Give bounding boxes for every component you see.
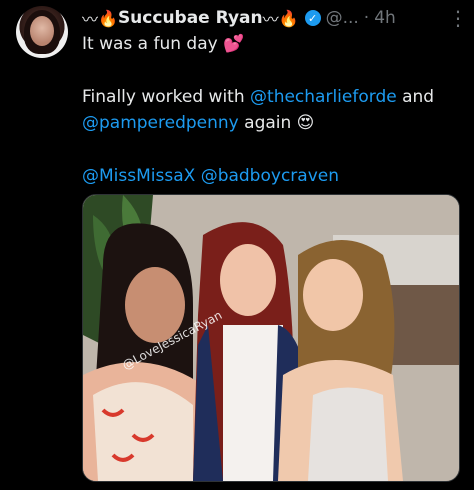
photo-illustration xyxy=(83,195,459,481)
mention-link[interactable]: @thecharlieforde xyxy=(250,87,397,107)
tweet-header: 〰 🔥 Succubae Ryan 〰 🔥 ✓ @... · 4h xyxy=(82,6,396,30)
mention-link[interactable]: @MissMissaX xyxy=(82,166,195,186)
tweet-line-4: @MissMissaX @badboycraven xyxy=(82,163,464,189)
fire-emoji: 🔥 xyxy=(278,8,299,28)
tweet-line-2: Finally worked with @thecharlieforde and xyxy=(82,84,464,110)
tweet-text-segment: and xyxy=(396,87,435,107)
more-options-icon[interactable]: ⋮ xyxy=(448,6,469,30)
user-handle[interactable]: @... xyxy=(326,8,359,28)
avatar-face xyxy=(30,16,54,46)
fire-emoji: 🔥 xyxy=(98,8,118,28)
avatar[interactable] xyxy=(16,6,68,58)
tweet-line-1: It was a fun day 💕 xyxy=(82,34,245,54)
tweet-photo[interactable] xyxy=(82,194,460,482)
wave-emoji: 〰 xyxy=(262,10,279,29)
wave-emoji: 〰 xyxy=(82,10,99,29)
tweet-text-segment: Finally worked with xyxy=(82,87,251,107)
display-name[interactable]: Succubae Ryan xyxy=(118,8,263,28)
tweet-line-3: @pamperedpenny again 😍 xyxy=(82,110,464,136)
separator-dot: · xyxy=(363,8,370,28)
tweet-text-segment: again 😍 xyxy=(238,113,315,133)
mention-link[interactable]: @pamperedpenny xyxy=(82,113,239,133)
mention-link[interactable]: @badboycraven xyxy=(201,166,339,186)
timestamp[interactable]: 4h xyxy=(374,8,396,28)
verified-badge-icon: ✓ xyxy=(304,10,321,26)
